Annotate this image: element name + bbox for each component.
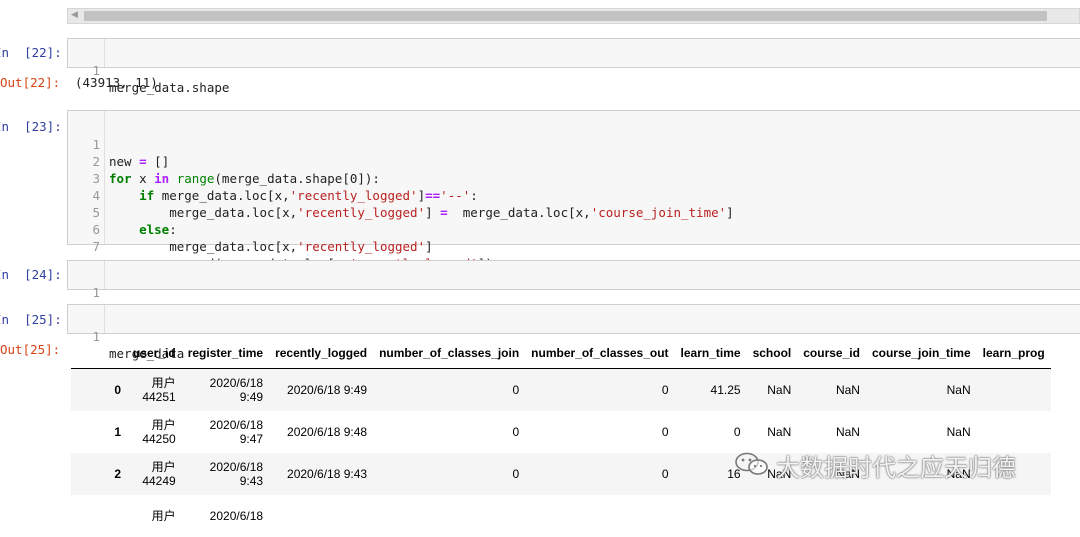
scrollbar-thumb[interactable]	[84, 11, 1047, 21]
code-line: 1 merge_data	[68, 311, 1080, 361]
row-index: 0	[114, 383, 121, 397]
cell-course-join-time: NaN	[946, 383, 971, 397]
column-header: user_id	[127, 338, 182, 369]
code-line: 3 if merge_data.loc[x,'recently_logged']…	[68, 153, 1080, 203]
cell-classes-join	[373, 495, 525, 537]
cell-course-id: NaN	[835, 383, 860, 397]
cell-register-time: 2020/6/18 9:43	[209, 460, 264, 488]
line-number: 1	[92, 285, 100, 300]
code-line: 1 new = []	[68, 119, 1080, 169]
code-cell-25[interactable]: 1 merge_data	[67, 304, 1080, 361]
code-line: 2 for x in range(merge_data.shape[0]):	[68, 136, 1080, 186]
wechat-logo-icon	[735, 452, 768, 475]
cell-course-join-time: NaN	[946, 425, 971, 439]
cell-register-time: 2020/6/18	[209, 509, 264, 523]
out-prompt-25: Out[25]:	[0, 342, 61, 357]
code-line: 1 merge_data.shape	[68, 45, 1080, 95]
table-row: 1 用户 44250 2020/6/18 9:47 2020/6/18 9:48 0…	[71, 411, 1051, 453]
cell-classes-out: 0	[661, 425, 669, 439]
cell-classes-join: 0	[512, 425, 520, 439]
column-header: learn_prog	[976, 338, 1051, 369]
cell-classes-out: 0	[661, 467, 669, 481]
cell-register-time: 2020/6/18 9:47	[209, 418, 264, 446]
cell-classes-out	[525, 495, 674, 537]
table-header-row: user_id register_time recently_logged nu…	[71, 338, 1051, 369]
cell-recently-logged	[269, 495, 373, 537]
cell-learn-prog	[977, 369, 1051, 412]
cell-school	[747, 495, 798, 537]
cell-recently-logged: 2020/6/18 9:43	[287, 467, 368, 481]
code-line: 7 new.append(merge_data.loc[x,'recently_…	[68, 221, 1080, 271]
cell-learn-prog	[977, 495, 1051, 537]
column-header: course_id	[797, 338, 866, 369]
dataframe-table: user_id register_time recently_logged nu…	[71, 338, 1051, 537]
table-row: 用户 2020/6/18	[71, 495, 1051, 537]
cell-learn-time: 41.25	[710, 383, 741, 397]
code-line: 1 merge_data['recently_logged_new'] = ne…	[68, 267, 1080, 317]
scroll-left-arrow-icon[interactable]: ◀	[71, 10, 78, 20]
cell-learn-time	[675, 495, 747, 537]
cell-classes-join: 0	[512, 383, 520, 397]
column-header: school	[746, 338, 798, 369]
column-header: recently_logged	[269, 338, 374, 369]
row-index	[71, 495, 127, 537]
column-header: learn_time	[674, 338, 747, 369]
horizontal-scrollbar[interactable]: ◀	[67, 8, 1080, 24]
column-header: number_of_classes_out	[525, 338, 675, 369]
column-header: number_of_classes_join	[373, 338, 526, 369]
cell-course-id: NaN	[835, 425, 860, 439]
out-prompt-22: Out[22]:	[0, 75, 61, 90]
cell-classes-out: 0	[661, 383, 669, 397]
row-index: 2	[114, 467, 121, 481]
code-cell-24[interactable]: 1 merge_data['recently_logged_new'] = ne…	[67, 260, 1080, 317]
in-prompt-22: In [22]:	[0, 45, 62, 60]
cell-user-id: 用户 44251	[142, 376, 176, 404]
in-prompt-23: In [23]:	[0, 119, 62, 134]
code-cell-22[interactable]: 1 merge_data.shape	[67, 38, 1080, 95]
cell-school: NaN	[767, 425, 792, 439]
code-line: 5 else:	[68, 187, 1080, 237]
cell-course-join-time	[866, 495, 977, 537]
code-text: merge_data.loc[x,'recently_logged']	[109, 239, 433, 254]
column-header: register_time	[181, 338, 270, 369]
column-header: course_join_time	[865, 338, 977, 369]
cell-course-id	[797, 495, 866, 537]
code-line: 6 merge_data.loc[x,'recently_logged']	[68, 204, 1080, 254]
code-line: 4 merge_data.loc[x,'recently_logged'] = …	[68, 170, 1080, 220]
cell-classes-join: 0	[512, 467, 520, 481]
in-prompt-25: In [25]:	[0, 312, 62, 327]
code-cell-23[interactable]: 1 new = [] 2 for x in range(merge_data.s…	[67, 110, 1080, 271]
output-text-22: (43913, 11)	[75, 75, 158, 90]
line-number: 7	[92, 239, 100, 254]
in-prompt-24: In [24]:	[0, 267, 62, 282]
cell-learn-prog	[977, 411, 1051, 453]
table-row: 0 用户 44251 2020/6/18 9:49 2020/6/18 9:49 0…	[71, 368, 1051, 412]
cell-learn-time: 0	[733, 425, 741, 439]
watermark-text: 大数据时代之应天归德	[776, 454, 1016, 482]
cell-user-id: 用户	[151, 509, 176, 523]
cell-recently-logged: 2020/6/18 9:48	[287, 425, 368, 439]
cell-user-id: 用户 44250	[142, 418, 176, 446]
cell-user-id: 用户 44249	[142, 460, 176, 488]
cell-register-time: 2020/6/18 9:49	[209, 376, 264, 404]
cell-recently-logged: 2020/6/18 9:49	[287, 383, 368, 397]
index-header	[71, 338, 127, 369]
cell-school: NaN	[767, 383, 792, 397]
row-index: 1	[114, 425, 121, 439]
